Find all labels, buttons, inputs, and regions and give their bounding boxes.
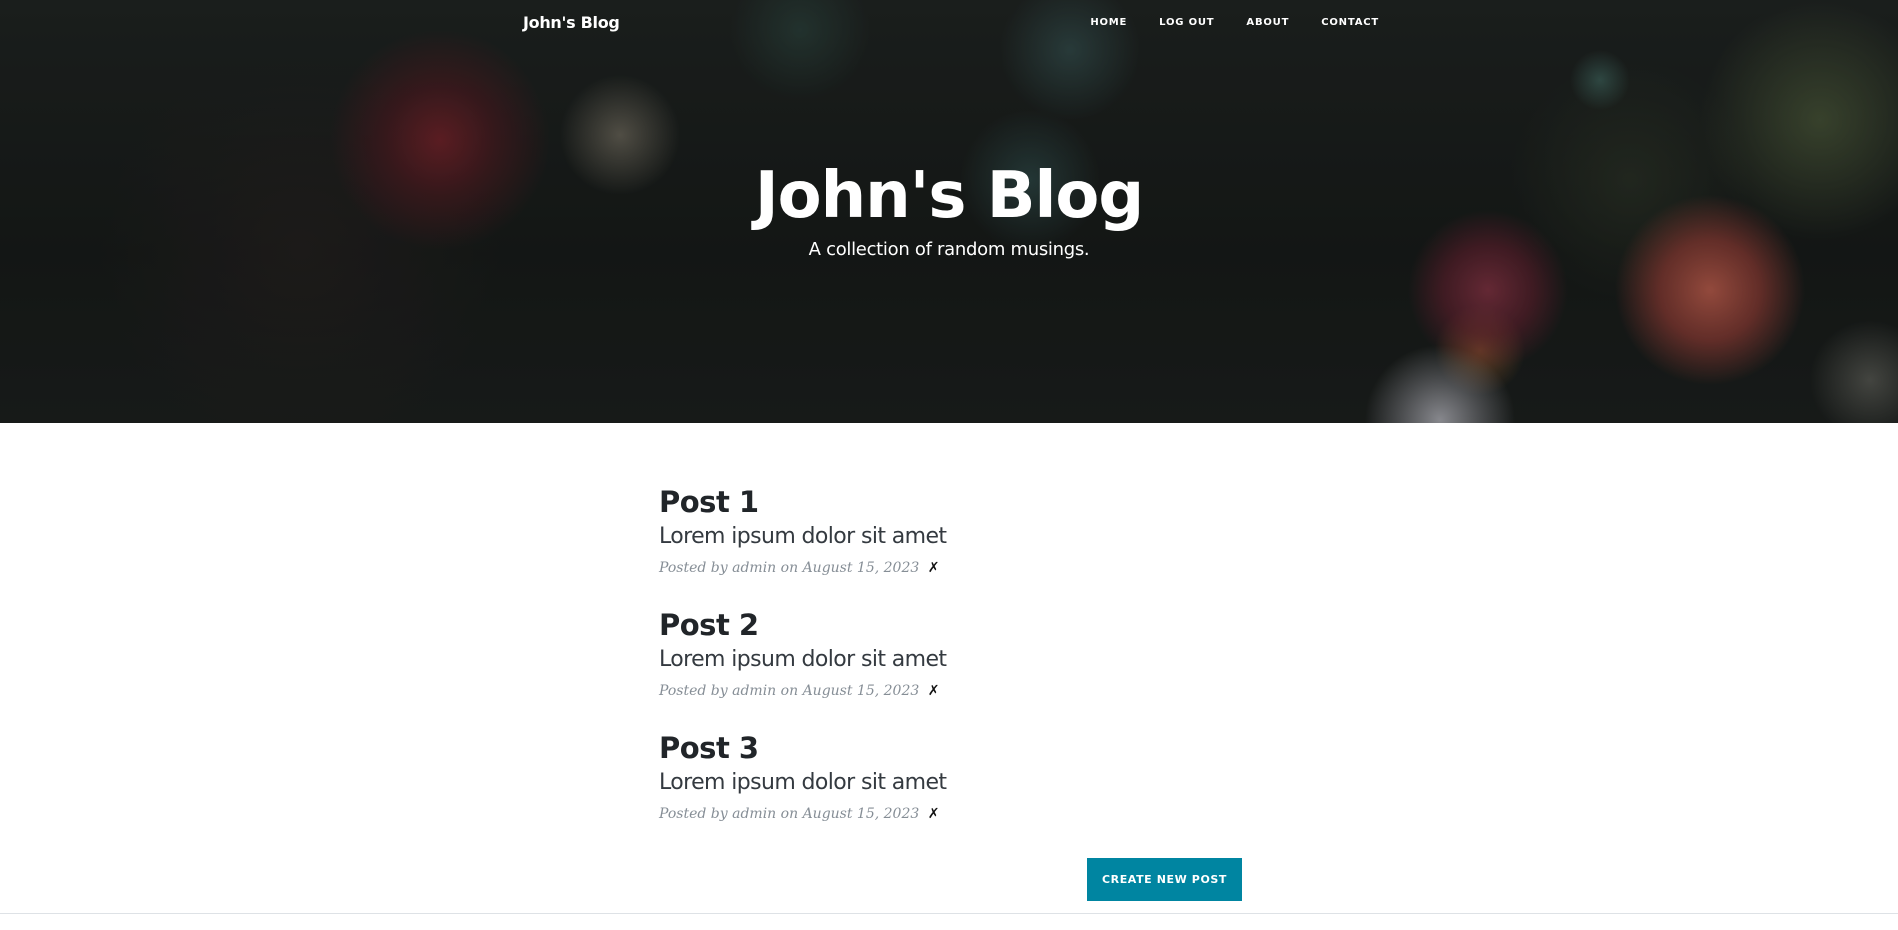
post-author: admin <box>732 560 777 576</box>
nav-link-log-out[interactable]: LOG OUT <box>1143 17 1230 28</box>
post-meta-prefix: Posted by <box>659 683 728 699</box>
navbar: John's Blog HOME LOG OUT ABOUT CONTACT <box>0 0 1898 46</box>
post-meta: Posted by admin on August 15, 2023 ✗ <box>659 804 1259 824</box>
post-meta-prefix: Posted by <box>659 560 728 576</box>
post-subtitle: Lorem ipsum dolor sit amet <box>659 524 947 549</box>
post-meta: Posted by admin on August 15, 2023 ✗ <box>659 681 1259 701</box>
post-date: August 15, 2023 <box>802 560 920 576</box>
navbar-brand[interactable]: John's Blog <box>523 13 620 32</box>
post-meta-on: on <box>780 806 799 822</box>
post-title-link[interactable]: Post 1 <box>659 485 1259 519</box>
main-content: Post 1 Lorem ipsum dolor sit amet Posted… <box>0 423 1898 913</box>
post-subtitle: Lorem ipsum dolor sit amet <box>659 770 947 795</box>
post-author: admin <box>732 806 777 822</box>
post-subtitle: Lorem ipsum dolor sit amet <box>659 647 947 672</box>
post-meta: Posted by admin on August 15, 2023 ✗ <box>659 558 1259 578</box>
nav-link-contact[interactable]: CONTACT <box>1305 17 1379 28</box>
delete-post-icon[interactable]: ✗ <box>928 683 940 699</box>
post-author: admin <box>732 683 777 699</box>
nav-links: HOME LOG OUT ABOUT CONTACT <box>1074 17 1379 28</box>
delete-post-icon[interactable]: ✗ <box>928 560 940 576</box>
page-subtitle: A collection of random musings. <box>808 239 1090 260</box>
page-title: John's Blog <box>754 159 1144 233</box>
post-preview: Post 1 Lorem ipsum dolor sit amet Posted… <box>659 485 1259 608</box>
post-meta-prefix: Posted by <box>659 806 728 822</box>
post-date: August 15, 2023 <box>802 806 920 822</box>
post-preview: Post 2 Lorem ipsum dolor sit amet Posted… <box>659 608 1259 731</box>
post-meta-on: on <box>780 683 799 699</box>
post-date: August 15, 2023 <box>802 683 920 699</box>
nav-link-home[interactable]: HOME <box>1074 17 1143 28</box>
footer-divider <box>0 913 1898 914</box>
delete-post-icon[interactable]: ✗ <box>928 806 940 822</box>
post-title-link[interactable]: Post 2 <box>659 608 1259 642</box>
post-meta-on: on <box>780 560 799 576</box>
post-list: Post 1 Lorem ipsum dolor sit amet Posted… <box>659 485 1259 854</box>
post-title-link[interactable]: Post 3 <box>659 731 1259 765</box>
masthead: John's Blog HOME LOG OUT ABOUT CONTACT J… <box>0 0 1898 423</box>
site-heading: John's Blog A collection of random musin… <box>0 158 1898 262</box>
create-new-post-button[interactable]: CREATE NEW POST <box>1087 858 1242 901</box>
nav-link-about[interactable]: ABOUT <box>1230 17 1305 28</box>
post-preview: Post 3 Lorem ipsum dolor sit amet Posted… <box>659 731 1259 854</box>
